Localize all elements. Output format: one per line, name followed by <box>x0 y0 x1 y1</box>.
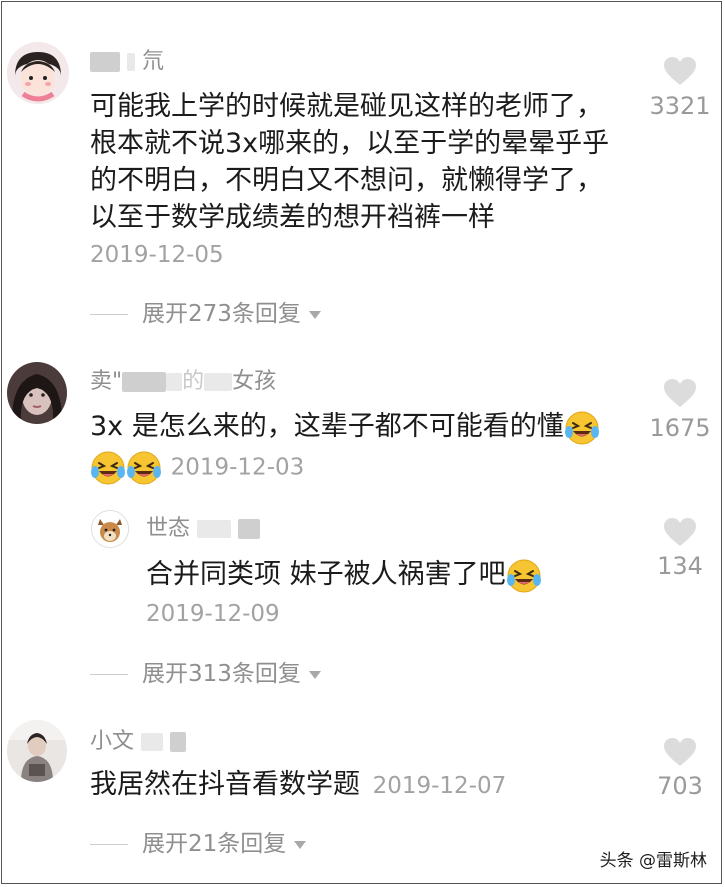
comment-username[interactable]: 卖" 的 女孩 <box>90 368 276 396</box>
expand-replies[interactable]: 展开21条回复 <box>90 830 307 858</box>
comment-text: 3x 是怎么来的，这辈子都不可能看的懂 <box>90 411 564 442</box>
comment-username[interactable]: 氘 <box>90 48 164 76</box>
rolling-laughing-emoji <box>564 410 600 446</box>
rolling-laughing-emoji <box>126 450 162 486</box>
watermark: 头条 @雷斯林 <box>599 851 707 871</box>
username-text: 小文 <box>90 729 135 754</box>
username-text: 氘 <box>142 49 165 74</box>
expand-replies-label: 展开273条回复 <box>142 301 301 327</box>
heart-icon[interactable] <box>663 737 697 767</box>
comment-date: 2019-12-03 <box>170 454 305 481</box>
username-censor <box>204 373 233 391</box>
username-censor <box>122 372 167 392</box>
reply-username[interactable]: 世态 <box>146 515 261 543</box>
like-count: 1675 <box>649 414 711 442</box>
reply-text-line: 合并同类项 妹子被人祸害了吧 <box>146 556 542 594</box>
caret-down-icon <box>308 310 321 319</box>
heart-icon[interactable] <box>663 378 697 408</box>
username-censor <box>127 53 135 71</box>
comment-text-line: 的不明白，不明白又不想问，就懒得学了， <box>90 165 603 196</box>
rolling-laughing-emoji <box>90 450 126 486</box>
reply-date: 2019-12-09 <box>146 601 280 627</box>
username-text: 世态 <box>146 516 191 541</box>
username-text: 女孩 <box>232 369 277 394</box>
avatar[interactable] <box>7 720 67 782</box>
divider-line <box>90 844 128 845</box>
comment-text-line: 根本就不说3x哪来的，以至于学的晕晕乎乎 <box>90 128 610 159</box>
heart-icon[interactable] <box>663 56 697 86</box>
reply-text: 合并同类项 妹子被人祸害了吧 <box>146 559 506 590</box>
comment-text-line: 我居然在抖音看数学题 2019-12-07 <box>90 766 506 803</box>
expand-replies[interactable]: 展开313条回复 <box>90 660 321 688</box>
username-text: 的 <box>182 369 205 394</box>
heart-icon[interactable] <box>663 517 697 547</box>
username-censor <box>197 520 232 538</box>
comment-date: 2019-12-05 <box>90 242 224 268</box>
caret-down-icon <box>308 670 321 679</box>
comment-username[interactable]: 小文 <box>90 728 187 756</box>
like-count: 703 <box>657 772 703 800</box>
expand-replies-label: 展开313条回复 <box>142 661 301 687</box>
avatar[interactable] <box>91 510 129 548</box>
caret-down-icon <box>294 840 307 849</box>
emoji-date-line: 2019-12-03 <box>90 448 304 486</box>
comment-text-line: 3x 是怎么来的，这辈子都不可能看的懂 <box>90 408 600 446</box>
rolling-laughing-emoji <box>506 558 542 594</box>
comment-text: 我居然在抖音看数学题 <box>90 769 360 800</box>
username-censor <box>141 733 164 751</box>
username-text: 卖" <box>90 369 123 394</box>
like-count: 134 <box>657 552 703 580</box>
avatar[interactable] <box>7 362 67 424</box>
expand-replies-label: 展开21条回复 <box>142 831 287 857</box>
username-censor <box>170 732 187 752</box>
comment-text-line: 以至于数学成绩差的想开裆裤一样 <box>90 202 495 233</box>
username-censor <box>238 519 261 539</box>
comment-text-line: 可能我上学的时候就是碰见这样的老师了， <box>90 91 603 122</box>
username-censor <box>90 52 120 72</box>
comment-date: 2019-12-07 <box>372 772 507 799</box>
expand-replies[interactable]: 展开273条回复 <box>90 300 321 328</box>
divider-line <box>90 314 128 315</box>
username-censor <box>166 373 183 391</box>
divider-line <box>90 674 128 675</box>
like-count: 3321 <box>649 92 711 120</box>
avatar[interactable] <box>7 42 69 104</box>
